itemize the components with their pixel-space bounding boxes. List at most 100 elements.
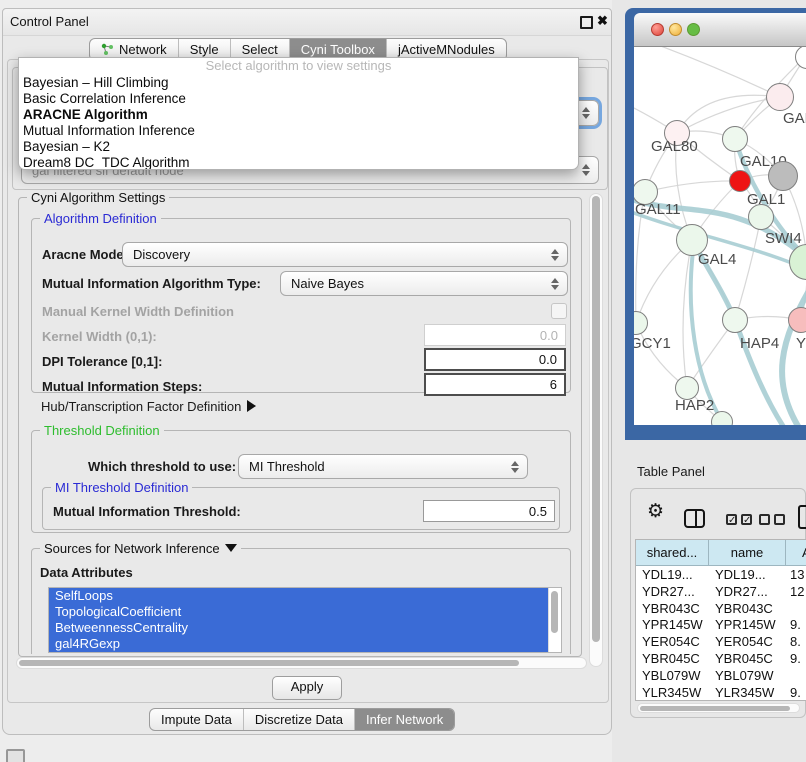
network-view[interactable]: GALGAL80GAL10GAL1GAL11SWI4GAL4GCY1HAP4YH… [634, 47, 806, 425]
mi-steps-field[interactable]: 6 [424, 373, 566, 396]
hub-definition-expander[interactable]: Hub/Transcription Factor Definition [41, 399, 256, 414]
sources-title-text: Sources for Network Inference [44, 541, 220, 556]
table-row[interactable]: YPR145WYPR145W9. [636, 616, 806, 633]
settings-horizontal-scrollbar[interactable] [16, 657, 587, 669]
docked-panel-icon[interactable] [6, 749, 25, 762]
which-threshold-combobox[interactable]: MI Threshold [238, 454, 528, 479]
zoom-traffic-light[interactable] [687, 23, 700, 36]
scrollbar-thumb[interactable] [551, 591, 558, 633]
table-row[interactable]: YIL052CYIL052C9. [636, 700, 806, 701]
minimize-traffic-light[interactable] [669, 23, 682, 36]
float-window-icon[interactable] [580, 16, 593, 29]
cyni-settings-scrollpane: Cyni Algorithm Settings Algorithm Defini… [12, 190, 604, 672]
data-attributes-label: Data Attributes [40, 565, 133, 580]
tab-infer-network[interactable]: Infer Network [354, 709, 454, 730]
hub-definition-label: Hub/Transcription Factor Definition [41, 399, 241, 414]
network-node-swi4[interactable] [748, 204, 774, 230]
popup-item[interactable]: Basic Correlation Inference [19, 91, 578, 107]
table-cell: YDR27... [642, 583, 695, 600]
checked-box-icon[interactable]: ✓ [741, 514, 752, 525]
table-row[interactable]: YLR345WYLR345W9. [636, 684, 806, 701]
bottom-tab-bar: Impute DataDiscretize DataInfer Network [149, 708, 455, 731]
node-label: GAL11 [635, 201, 681, 218]
network-edge [645, 181, 740, 192]
column-header-2[interactable]: name [709, 540, 786, 565]
table-cell: YBR043C [715, 600, 773, 617]
popup-item[interactable]: Mutual Information Inference [19, 123, 578, 139]
table-row[interactable]: YBR045CYBR045C9. [636, 650, 806, 667]
kernel-width-label: Kernel Width (0,1): [42, 329, 157, 344]
table-cell: YPR145W [715, 616, 776, 633]
attribute-item[interactable]: SelfLoops [49, 588, 553, 604]
network-node-gal[interactable] [766, 83, 794, 111]
collapse-arrow-icon [225, 544, 237, 552]
close-icon[interactable]: ✖ [597, 13, 608, 29]
popup-prompt: Select algorithm to view settings [19, 58, 578, 75]
table-row[interactable]: YDL19...YDL19...13 [636, 566, 806, 583]
kernel-width-field[interactable]: 0.0 [424, 324, 566, 346]
popup-item[interactable]: Bayesian – Hill Climbing [19, 75, 578, 91]
manual-kernel-checkbox[interactable] [551, 303, 567, 319]
group-title: Algorithm Definition [40, 211, 161, 226]
node-label: HAP2 [675, 397, 714, 414]
columns-icon[interactable] [684, 509, 705, 528]
popup-item[interactable]: Bayesian – K2 [19, 139, 578, 155]
group-title: Cyni Algorithm Settings [27, 190, 169, 205]
threshold-definition-group: Threshold Definition Which threshold to … [31, 430, 571, 533]
network-window-titlebar[interactable] [634, 13, 806, 47]
unchecked-box-icon[interactable] [759, 514, 770, 525]
control-panel-titlebar: Control Panel ✖ [3, 9, 611, 36]
tab-label: jActiveMNodules [398, 42, 495, 57]
table-row[interactable]: YDR27...YDR27...12 [636, 583, 806, 600]
tab-impute-data[interactable]: Impute Data [150, 709, 243, 730]
dpi-tolerance-field[interactable]: 0.0 [424, 348, 566, 371]
table-row[interactable]: YER054CYER054C8. [636, 633, 806, 650]
gear-icon[interactable]: ⚙ [647, 500, 664, 522]
combo-arrows-icon [511, 460, 519, 474]
scrollbar-thumb[interactable] [19, 660, 519, 666]
new-table-icon[interactable] [798, 505, 806, 529]
attribute-item[interactable]: BetweennessCentrality [49, 620, 553, 636]
node-label: GAL [783, 110, 806, 127]
table-cell: YDR27... [715, 583, 768, 600]
table-cell: YIL052C [642, 700, 693, 701]
column-header-1[interactable]: shared... [636, 540, 709, 565]
network-node-hap4[interactable] [722, 307, 748, 333]
network-node-gal10[interactable] [722, 126, 748, 152]
table-row[interactable]: YBR043CYBR043C [636, 600, 806, 617]
aracne-mode-combobox[interactable]: Discovery [122, 242, 568, 267]
checked-box-icon[interactable]: ✓ [726, 514, 737, 525]
list-scrollbar[interactable] [548, 588, 560, 652]
mi-type-combobox[interactable]: Naive Bayes [280, 271, 568, 296]
network-node[interactable] [768, 161, 798, 191]
scrollbar-thumb[interactable] [640, 706, 790, 711]
node-label: HAP4 [740, 335, 779, 352]
attribute-item[interactable]: gal4RGexp [49, 636, 553, 652]
algorithm-dropdown-popup: Select algorithm to view settings Bayesi… [18, 57, 579, 170]
manual-kernel-label: Manual Kernel Width Definition [42, 304, 234, 319]
column-header-3[interactable]: A [786, 540, 806, 565]
attribute-item[interactable]: TopologicalCoefficient [49, 604, 553, 620]
popup-item[interactable]: ARACNE Algorithm [19, 107, 578, 123]
mi-threshold-definition-group: MI Threshold Definition Mutual Informati… [42, 487, 560, 530]
settings-vertical-scrollbar[interactable] [589, 193, 603, 667]
table-row[interactable]: YBL079W YBL079W [636, 667, 806, 684]
tab-label: Style [190, 42, 219, 57]
popup-item[interactable]: Dream8 DC_TDC Algorithm [19, 155, 578, 170]
node-label: GAL4 [698, 251, 736, 268]
scrollbar-thumb[interactable] [592, 196, 600, 642]
unchecked-box-icon[interactable] [774, 514, 785, 525]
table-cell: YBL079W [715, 667, 774, 684]
sources-group-title[interactable]: Sources for Network Inference [40, 541, 241, 556]
apply-button[interactable]: Apply [272, 676, 342, 700]
network-node-gal1[interactable] [729, 170, 751, 192]
table-horizontal-scrollbar[interactable] [637, 703, 800, 713]
table-cell: YBL079W [642, 667, 701, 684]
mi-threshold-field[interactable]: 0.5 [423, 500, 555, 522]
close-traffic-light[interactable] [651, 23, 664, 36]
which-threshold-value: MI Threshold [249, 459, 325, 474]
group-title: MI Threshold Definition [51, 480, 192, 495]
table-cell: YDL19... [715, 566, 766, 583]
tab-discretize-data[interactable]: Discretize Data [243, 709, 354, 730]
combo-arrows-icon [551, 277, 559, 291]
